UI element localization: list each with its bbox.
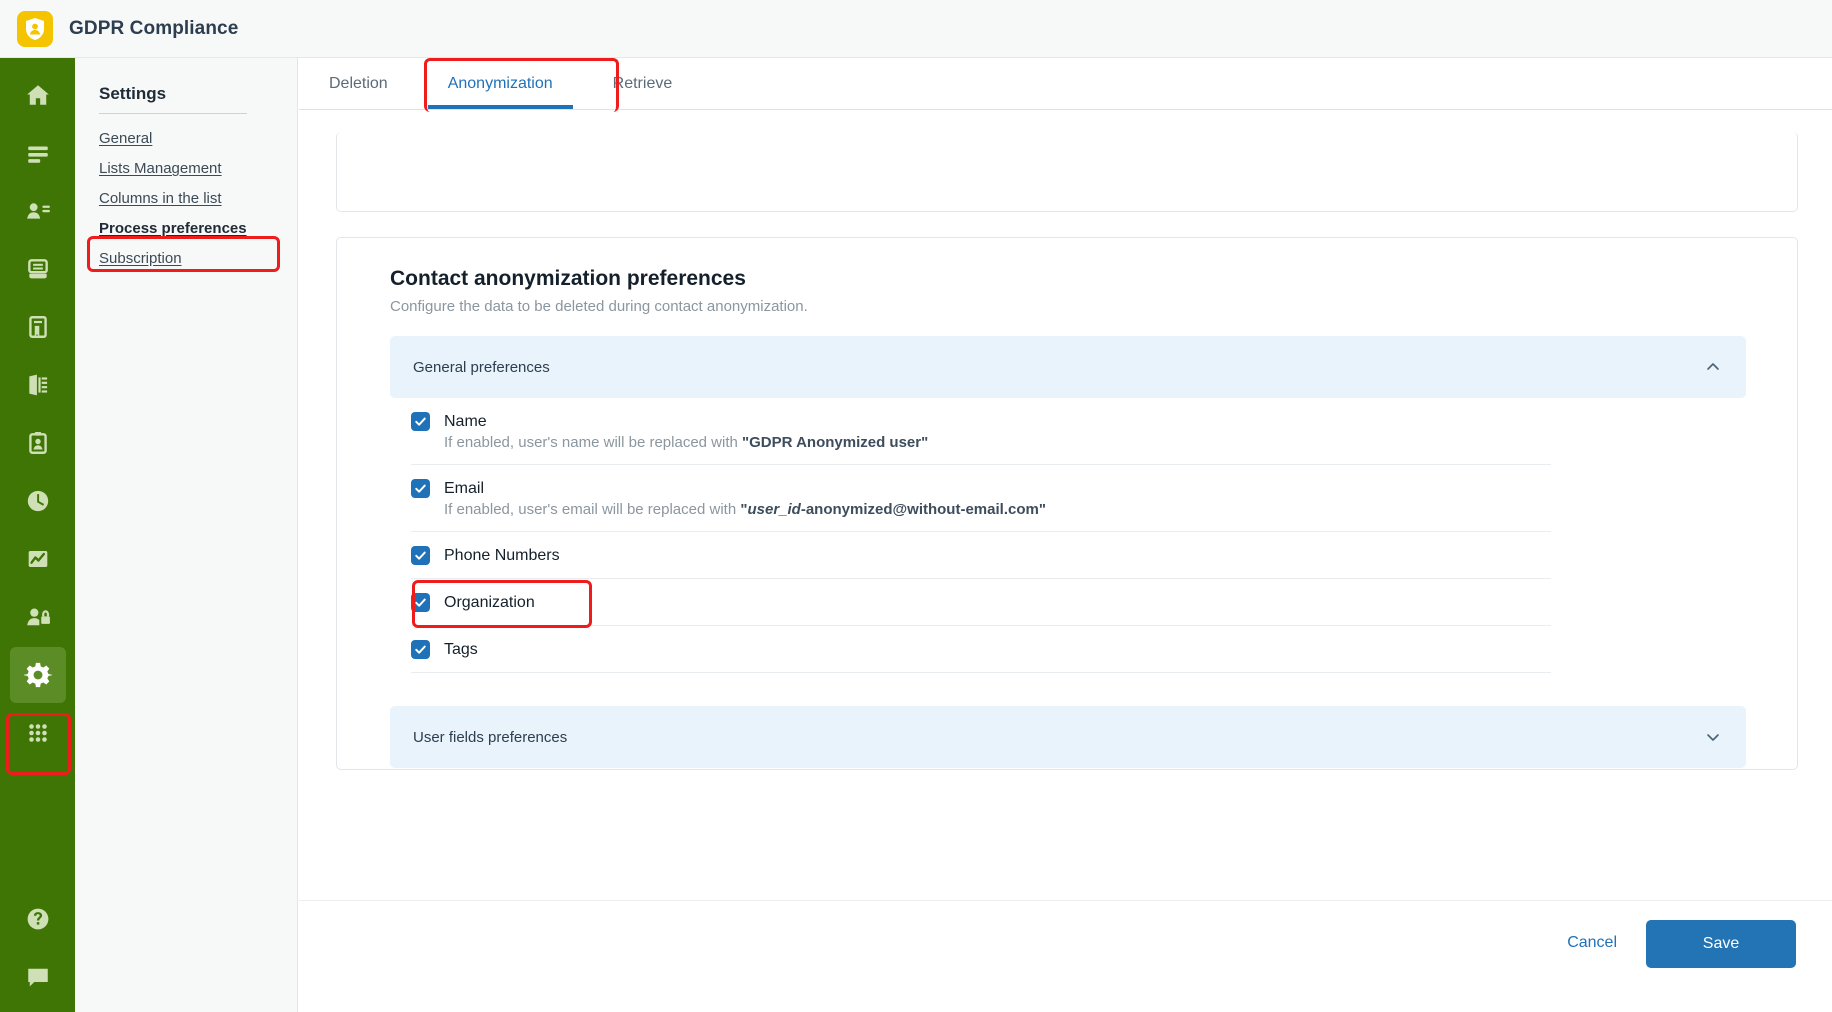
option-row-email: Email If enabled, user's email will be r… [411,465,1551,532]
checkbox-phone-numbers[interactable] [411,546,430,565]
nav-item-contacts[interactable] [10,183,66,239]
general-preferences-options: Name If enabled, user's name will be rep… [411,398,1551,673]
nav-item-settings[interactable] [9,647,66,703]
chat-icon [25,964,51,990]
nav-item-database[interactable] [10,241,66,297]
question-circle-icon [25,906,51,932]
option-label-name: Name [444,412,487,430]
option-desc-email-strong: -anonymized@without-email.com" [800,501,1046,518]
nav-item-export[interactable] [10,357,66,413]
form-footer: Cancel Save [299,900,1832,1012]
nav-item-feedback[interactable] [10,949,66,1005]
shield-user-icon [24,17,46,41]
accordion-user-fields-label: User fields preferences [413,728,568,746]
grid-dots-icon [25,720,51,746]
option-desc-name-prefix: If enabled, user's name will be replaced… [444,434,743,451]
sidebar-item-columns-in-the-list[interactable]: Columns in the list [99,183,222,213]
chevron-up-icon[interactable] [1705,359,1721,375]
chevron-down-icon[interactable] [1705,729,1721,745]
app-header: GDPR Compliance [0,0,1832,58]
primary-nav-rail [0,58,75,1012]
app-title: GDPR Compliance [69,17,239,39]
option-row-organization: Organization [411,579,1551,626]
menu-lines-icon [25,140,51,166]
page-subtitle: Configure the data to be deleted during … [390,298,808,315]
sidebar-item-general[interactable]: General [99,123,152,153]
app-logo [17,10,53,47]
settings-sidebar: Settings General Lists Management Column… [75,58,298,1012]
nav-item-reports[interactable] [10,531,66,587]
contact-anonymization-card: Contact anonymization preferences Config… [336,237,1798,770]
tab-deletion[interactable]: Deletion [299,58,418,109]
option-desc-email: If enabled, user's email will be replace… [444,501,1551,518]
export-door-icon [25,372,51,398]
home-icon [25,82,51,108]
clipboard-user-icon [25,430,51,456]
user-lock-icon [25,604,51,630]
previous-card-partial [336,132,1798,212]
checkbox-email[interactable] [411,479,430,498]
cancel-button[interactable]: Cancel [1567,934,1617,952]
nav-item-documents[interactable] [10,299,66,355]
checkbox-tags[interactable] [411,640,430,659]
option-row-phone-numbers: Phone Numbers [411,532,1551,579]
settings-heading: Settings [99,84,167,103]
option-label-email: Email [444,479,485,497]
accordion-user-fields-preferences[interactable]: User fields preferences [390,706,1746,768]
sidebar-item-process-preferences[interactable]: Process preferences [99,213,247,243]
database-icon [25,256,51,282]
option-row-tags: Tags [411,626,1551,673]
gear-icon [23,661,52,689]
nav-item-home[interactable] [10,67,66,123]
option-label-organization: Organization [444,593,535,611]
nav-item-privacy[interactable] [10,589,66,645]
nav-item-requests[interactable] [10,415,66,471]
checkbox-name[interactable] [411,412,430,431]
nav-item-apps[interactable] [10,705,66,761]
nav-item-help[interactable] [10,891,66,947]
page-title: Contact anonymization preferences [390,267,746,290]
option-label-phone-numbers: Phone Numbers [444,546,560,564]
save-button[interactable]: Save [1646,920,1796,968]
option-row-name: Name If enabled, user's name will be rep… [411,398,1551,465]
contact-list-icon [25,198,51,224]
settings-divider [99,113,247,114]
checkbox-organization[interactable] [411,593,430,612]
sidebar-item-subscription[interactable]: Subscription [99,243,182,273]
tab-anonymization[interactable]: Anonymization [418,58,583,109]
main-content: Contact anonymization preferences Config… [299,110,1832,900]
sidebar-item-lists-management[interactable]: Lists Management [99,153,222,183]
nav-item-history[interactable] [10,473,66,529]
clock-icon [25,488,51,514]
nav-item-lists[interactable] [10,125,66,181]
tab-bar: Deletion Anonymization Retrieve [299,58,1832,110]
option-label-tags: Tags [444,640,478,658]
accordion-general-preferences[interactable]: General preferences [390,336,1746,398]
option-desc-email-italic: user_id [747,501,801,518]
option-desc-name-strong: "GDPR Anonymized user" [742,434,929,451]
option-desc-name: If enabled, user's name will be replaced… [444,434,1551,451]
option-desc-email-prefix: If enabled, user's email will be replace… [444,501,741,518]
tab-retrieve[interactable]: Retrieve [583,58,703,109]
document-icon [25,314,51,340]
accordion-general-label: General preferences [413,358,550,376]
chart-image-icon [25,546,51,572]
